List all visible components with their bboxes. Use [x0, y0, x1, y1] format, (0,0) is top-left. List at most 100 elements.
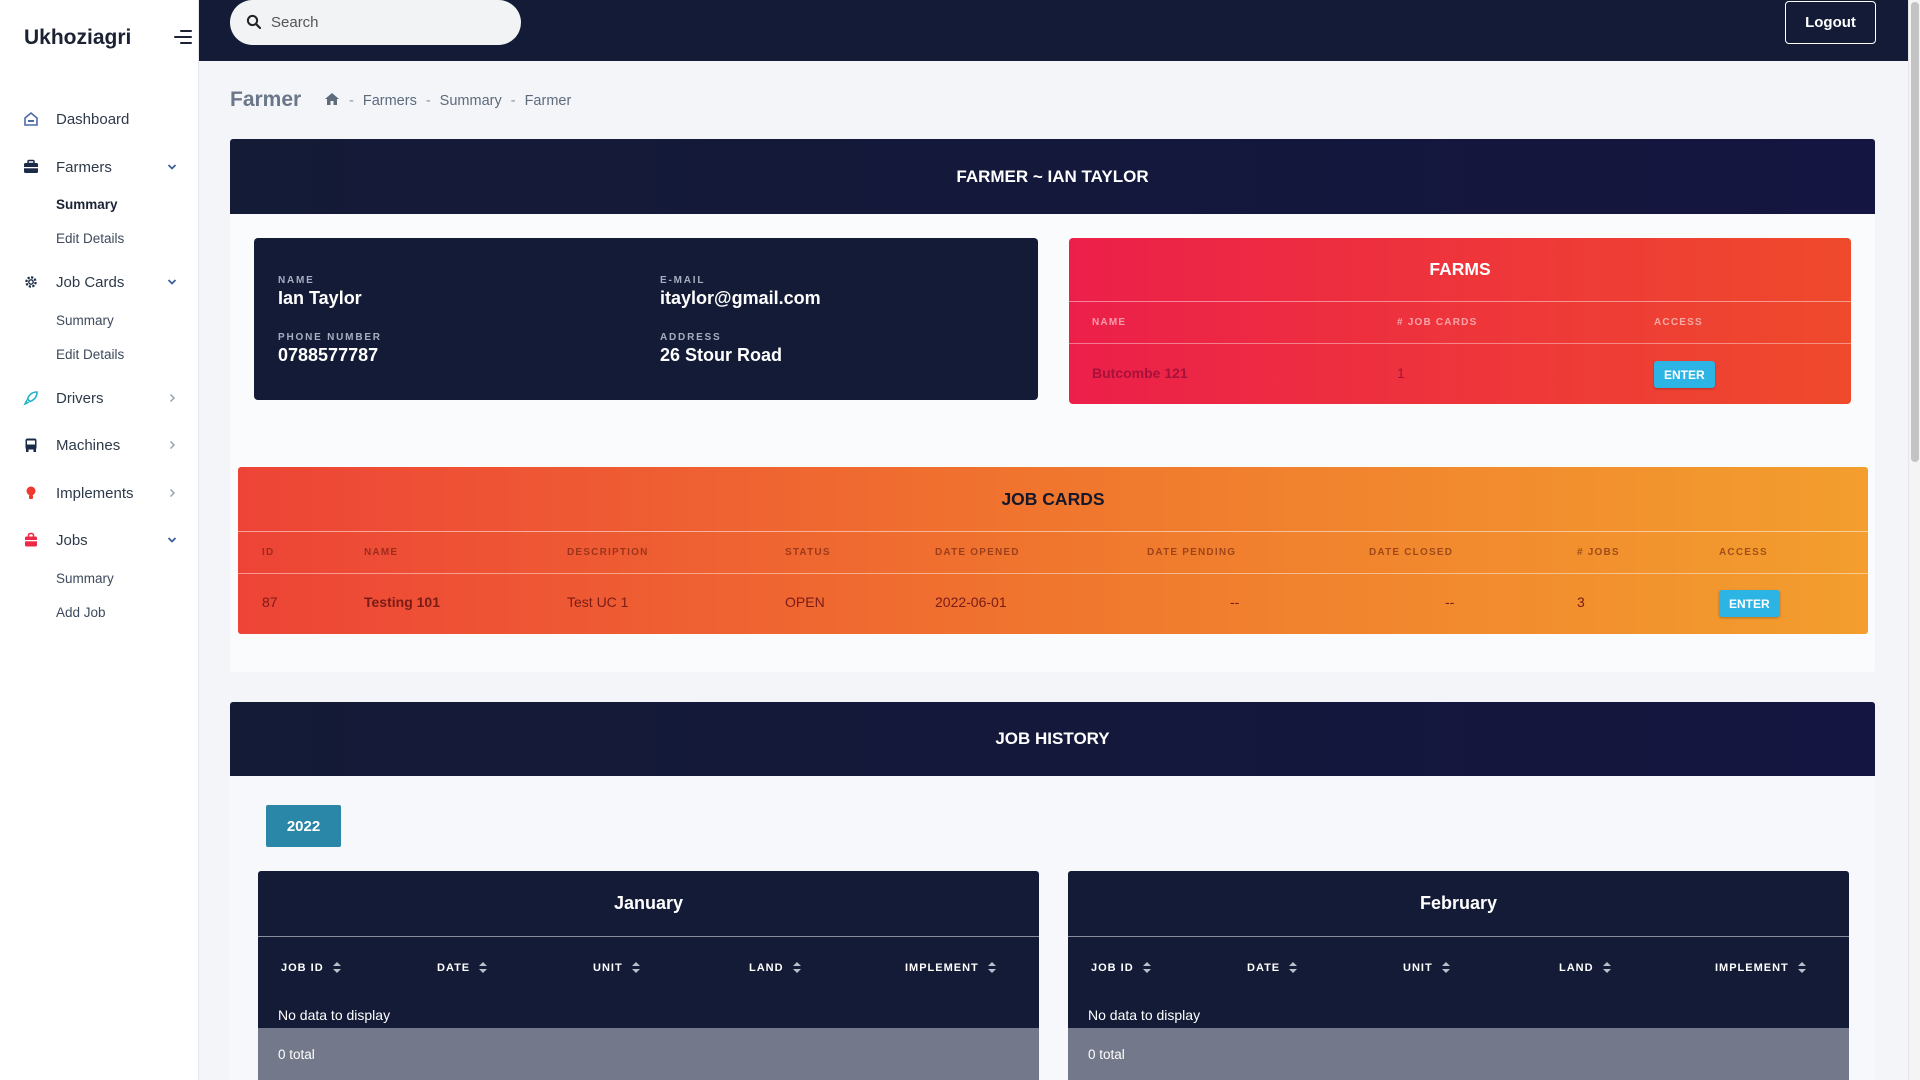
- col-label: UNIT: [1403, 962, 1433, 974]
- col-label: DATE: [1247, 962, 1281, 974]
- col-land-sort[interactable]: LAND: [1559, 962, 1611, 974]
- farms-col-access: ACCESS: [1654, 317, 1703, 328]
- sidebar: Ukhoziagri Dashboard Farmers Summary Edi…: [0, 0, 199, 1080]
- jc-date-pending: --: [1230, 594, 1240, 610]
- empty-state: No data to display: [278, 1007, 391, 1023]
- chevron-down-icon: [164, 159, 180, 175]
- sort-icon: [792, 962, 801, 974]
- farmer-email: itaylor@gmail.com: [660, 288, 821, 308]
- breadcrumb-separator: -: [425, 93, 431, 109]
- sidebar-item-implements[interactable]: Implements: [0, 478, 199, 508]
- sort-icon: [332, 962, 341, 974]
- brand-logo[interactable]: Ukhoziagri: [24, 26, 131, 50]
- col-implement-sort[interactable]: IMPLEMENT: [905, 962, 996, 974]
- breadcrumb-farmers[interactable]: Farmers: [363, 93, 417, 109]
- col-job-id-sort[interactable]: JOB ID: [1091, 962, 1151, 974]
- sidebar-subitem-farmers-edit-details[interactable]: Edit Details: [56, 231, 124, 246]
- col-job-id-sort[interactable]: JOB ID: [281, 962, 341, 974]
- scrollbar-thumb[interactable]: [1911, 2, 1919, 462]
- farms-table: FARMS NAME # JOB CARDS ACCESS Butcombe 1…: [1069, 238, 1851, 404]
- sidebar-item-farmers[interactable]: Farmers: [0, 152, 199, 182]
- table-footer: 0 total: [258, 1028, 1039, 1080]
- jc-name-link[interactable]: Testing 101: [364, 594, 440, 610]
- bulb-icon: [23, 485, 39, 501]
- month-table-february: February JOB ID DATE UNIT LAND IMPLEMENT…: [1068, 871, 1849, 1080]
- jc-col-name: NAME: [364, 547, 399, 558]
- farm-job-cards-count: 1: [1397, 365, 1405, 381]
- col-unit-sort[interactable]: UNIT: [1403, 962, 1450, 974]
- col-label: JOB ID: [1091, 962, 1134, 974]
- chevron-down-icon: [164, 532, 180, 548]
- col-label: LAND: [749, 962, 784, 974]
- jc-col-date-pending: DATE PENDING: [1147, 547, 1237, 558]
- jc-description: Test UC 1: [567, 594, 629, 610]
- farm-enter-button[interactable]: ENTER: [1654, 361, 1715, 388]
- farms-col-name: NAME: [1092, 317, 1127, 328]
- jc-col-id: ID: [262, 547, 275, 558]
- breadcrumb-summary[interactable]: Summary: [440, 93, 502, 109]
- col-unit-sort[interactable]: UNIT: [593, 962, 640, 974]
- col-date-sort[interactable]: DATE: [437, 962, 488, 974]
- breadcrumb: - Farmers - Summary - Farmer: [324, 92, 571, 110]
- sort-icon: [1602, 962, 1611, 974]
- search-input[interactable]: [271, 11, 501, 33]
- gear-icon: [23, 274, 39, 290]
- search-icon[interactable]: [246, 14, 262, 30]
- job-cards-title: JOB CARDS: [238, 467, 1868, 532]
- farm-name-link[interactable]: Butcombe 121: [1092, 365, 1188, 381]
- bus-icon: [23, 437, 39, 453]
- name-label: NAME: [278, 275, 315, 286]
- total-count: 0 total: [278, 1047, 315, 1062]
- rocket-icon: [23, 390, 39, 406]
- jc-status: OPEN: [785, 594, 825, 610]
- email-label: E-MAIL: [660, 275, 706, 286]
- col-implement-sort[interactable]: IMPLEMENT: [1715, 962, 1806, 974]
- sidebar-subitem-jobs-add-job[interactable]: Add Job: [56, 605, 106, 620]
- jc-jobs-count: 3: [1577, 594, 1585, 610]
- top-navbar: Logout: [199, 0, 1908, 61]
- col-land-sort[interactable]: LAND: [749, 962, 801, 974]
- jc-id: 87: [262, 594, 278, 610]
- sort-icon: [1441, 962, 1450, 974]
- jc-date-opened: 2022-06-01: [935, 594, 1007, 610]
- sidebar-item-job-cards[interactable]: Job Cards: [0, 267, 199, 297]
- sidebar-subitem-jobs-summary[interactable]: Summary: [56, 571, 114, 586]
- briefcase-icon: [23, 159, 39, 175]
- breadcrumb-separator: -: [349, 93, 354, 109]
- farms-col-job-cards: # JOB CARDS: [1397, 317, 1478, 328]
- jc-col-jobs: # JOBS: [1577, 547, 1620, 558]
- menu-toggle-icon[interactable]: [174, 30, 194, 46]
- search-bar[interactable]: [230, 0, 521, 45]
- col-label: IMPLEMENT: [1715, 962, 1789, 974]
- page-title: Farmer: [230, 88, 302, 111]
- sidebar-item-label: Farmers: [56, 158, 112, 176]
- col-date-sort[interactable]: DATE: [1247, 962, 1298, 974]
- chevron-down-icon: [164, 274, 180, 290]
- home-icon[interactable]: [324, 92, 340, 110]
- sidebar-subitem-job-cards-summary[interactable]: Summary: [56, 313, 114, 328]
- empty-state: No data to display: [1088, 1007, 1201, 1023]
- sidebar-item-jobs[interactable]: Jobs: [0, 525, 199, 555]
- sidebar-subitem-job-cards-edit-details[interactable]: Edit Details: [56, 347, 124, 362]
- col-label: LAND: [1559, 962, 1594, 974]
- sidebar-item-machines[interactable]: Machines: [0, 430, 199, 460]
- dashboard-icon: [23, 111, 39, 127]
- sidebar-item-dashboard[interactable]: Dashboard: [0, 104, 199, 134]
- logout-button[interactable]: Logout: [1785, 1, 1876, 44]
- table-footer: 0 total: [1068, 1028, 1849, 1080]
- job-card-enter-button[interactable]: ENTER: [1719, 590, 1780, 617]
- year-2022-button[interactable]: 2022: [266, 805, 341, 847]
- bag-icon: [23, 532, 39, 548]
- sidebar-subitem-farmers-summary[interactable]: Summary: [56, 197, 118, 212]
- breadcrumb-farmer[interactable]: Farmer: [525, 93, 572, 109]
- farmer-panel-title: FARMER ~ IAN TAYLOR: [230, 139, 1875, 214]
- sidebar-item-drivers[interactable]: Drivers: [0, 383, 199, 413]
- page-scrollbar[interactable]: [1908, 0, 1920, 1080]
- chevron-right-icon: [164, 437, 180, 453]
- address-label: ADDRESS: [660, 332, 722, 343]
- farmer-name: Ian Taylor: [278, 288, 362, 308]
- sidebar-item-label: Implements: [56, 484, 134, 502]
- month-table-january: January JOB ID DATE UNIT LAND IMPLEMENT …: [258, 871, 1039, 1080]
- sort-icon: [1797, 962, 1806, 974]
- sort-icon: [479, 962, 488, 974]
